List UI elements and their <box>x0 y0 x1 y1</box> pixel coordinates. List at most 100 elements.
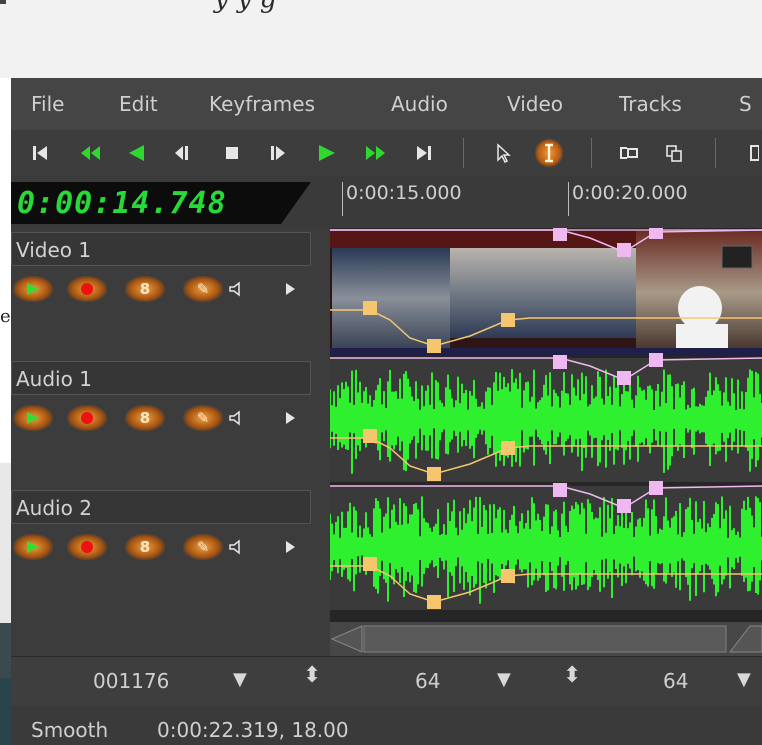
mute-speaker-icon[interactable] <box>223 276 249 302</box>
horizontal-scrollbar[interactable] <box>330 622 762 656</box>
track-buttons: 8 ✎ <box>11 276 316 308</box>
keyframe-handle[interactable] <box>427 595 441 609</box>
fast-rewind-icon[interactable] <box>75 138 105 168</box>
track-name-field[interactable]: Video 1 <box>11 232 311 266</box>
gang-icon[interactable]: 8 <box>125 276 165 302</box>
expand-icon[interactable] <box>277 405 303 431</box>
keyframe-handle[interactable] <box>363 301 377 315</box>
keyframe-handle[interactable] <box>427 339 441 353</box>
keyframe-handle[interactable] <box>553 355 567 369</box>
paste-icon[interactable] <box>661 138 687 168</box>
mute-speaker-icon[interactable] <box>223 405 249 431</box>
keyframe-handle[interactable] <box>363 429 377 443</box>
play-icon[interactable] <box>313 138 341 168</box>
video-thumbnail <box>450 248 636 338</box>
keyframe-handle[interactable] <box>501 441 515 455</box>
goto-end-icon[interactable] <box>411 138 437 168</box>
gang-icon[interactable]: 8 <box>125 405 165 431</box>
menu-file[interactable]: File <box>31 92 64 116</box>
menu-edit[interactable]: Edit <box>119 92 158 116</box>
toolbar-separator <box>463 138 464 168</box>
zoom-bar: 001176 ▼ ⬍ 64 ▼ ⬍ 64 ▼ <box>11 656 762 707</box>
background-panel-teal <box>0 678 11 745</box>
record-icon[interactable] <box>67 534 107 560</box>
background-panel <box>0 463 11 623</box>
track-buttons: 8 ✎ <box>11 534 316 566</box>
menubar: File Edit Keyframes Audio Video Tracks S <box>11 78 762 131</box>
keyframe-handle[interactable] <box>649 481 663 495</box>
menu-audio[interactable]: Audio <box>391 92 448 116</box>
mute-speaker-icon[interactable] <box>223 534 249 560</box>
expand-icon[interactable] <box>277 276 303 302</box>
goto-start-icon[interactable] <box>27 138 53 168</box>
keyframe-handle[interactable] <box>649 228 663 239</box>
transport-toolbar <box>11 130 762 176</box>
ruler-label: 0:00:20.000 <box>572 182 688 204</box>
background-char: e <box>0 306 11 327</box>
video-track-strip <box>330 348 762 356</box>
keyframe-handle[interactable] <box>553 228 567 241</box>
ruler-tick <box>342 182 343 216</box>
play-track-icon[interactable] <box>13 276 53 302</box>
sample-zoom-value: 001176 <box>93 669 170 693</box>
menu-tracks[interactable]: Tracks <box>619 92 682 116</box>
track-header: Audio 1 8 ✎ <box>11 361 316 489</box>
frame-forward-icon[interactable] <box>265 138 291 168</box>
track-buttons: 8 ✎ <box>11 405 316 437</box>
thumbnail-detail <box>721 245 753 269</box>
keyframe-handle[interactable] <box>649 353 663 367</box>
ibeam-edit-icon[interactable] <box>535 138 563 168</box>
current-time: 0:00:14.748 <box>17 186 227 221</box>
menu-keyframes[interactable]: Keyframes <box>209 92 315 116</box>
scrollbar-thumb[interactable] <box>363 625 727 653</box>
play-track-icon[interactable] <box>13 405 53 431</box>
time-ruler-bar: 0:00:14.748 0:00:15.000 0:00:20.000 <box>11 176 762 228</box>
track-name-field[interactable]: Audio 2 <box>11 490 311 524</box>
thumbnail-detail <box>678 286 722 330</box>
stop-icon[interactable] <box>219 138 245 168</box>
expand-icon[interactable] <box>277 534 303 560</box>
menu-settings-partial[interactable]: S <box>739 92 752 116</box>
record-icon[interactable] <box>67 276 107 302</box>
play-track-icon[interactable] <box>13 534 53 560</box>
track-name-field[interactable]: Audio 1 <box>11 361 311 395</box>
gang-icon[interactable]: 8 <box>125 534 165 560</box>
track-headers: Video 1 8 ✎ Audio 1 8 ✎ Audio 2 8 ✎ <box>11 228 330 656</box>
draw-icon[interactable]: ✎ <box>183 276 223 302</box>
dropdown-arrow-icon[interactable]: ▼ <box>737 669 751 690</box>
draw-icon[interactable]: ✎ <box>183 534 223 560</box>
record-icon[interactable] <box>67 405 107 431</box>
menu-video[interactable]: Video <box>507 92 563 116</box>
keyframe-handle[interactable] <box>501 313 515 327</box>
track-header: Video 1 8 ✎ <box>11 232 316 360</box>
timeline-canvas[interactable] <box>330 228 762 656</box>
dropdown-arrow-icon[interactable]: ▼ <box>497 669 511 690</box>
updown-arrows-icon[interactable]: ⬍ <box>303 665 321 687</box>
fast-forward-icon[interactable] <box>361 138 391 168</box>
dropdown-arrow-icon[interactable]: ▼ <box>233 669 247 690</box>
ruler-label: 0:00:15.000 <box>346 182 462 204</box>
track-header: Audio 2 8 ✎ <box>11 490 316 618</box>
keyframe-handle[interactable] <box>427 467 441 481</box>
frame-back-icon[interactable] <box>169 138 195 168</box>
keyframe-handle[interactable] <box>617 243 631 257</box>
ruler-tick <box>568 182 569 216</box>
timeline-ruler[interactable]: 0:00:15.000 0:00:20.000 <box>330 176 762 228</box>
scrollbar-track-svg <box>330 622 762 656</box>
keyframe-handle[interactable] <box>363 557 377 571</box>
keyframe-info: 0:00:22.319, 18.00 <box>157 718 349 742</box>
draw-icon[interactable]: ✎ <box>183 405 223 431</box>
keyframe-handle[interactable] <box>617 499 631 513</box>
background-window-edge: e <box>0 78 11 745</box>
keyframe-handle[interactable] <box>553 483 567 497</box>
rewind-icon[interactable] <box>123 138 149 168</box>
track-panel-filler <box>11 606 330 656</box>
arrow-select-icon[interactable] <box>491 138 515 168</box>
keyframe-handle[interactable] <box>617 371 631 385</box>
toolbar-partial-icon[interactable] <box>747 138 761 168</box>
keyframe-handle[interactable] <box>501 569 515 583</box>
updown-arrows-icon[interactable]: ⬍ <box>563 665 581 687</box>
backdrop-partial-text: y y g <box>214 0 277 14</box>
copy-icon[interactable] <box>615 138 643 168</box>
cinelerra-window: File Edit Keyframes Audio Video Tracks S <box>11 78 762 745</box>
